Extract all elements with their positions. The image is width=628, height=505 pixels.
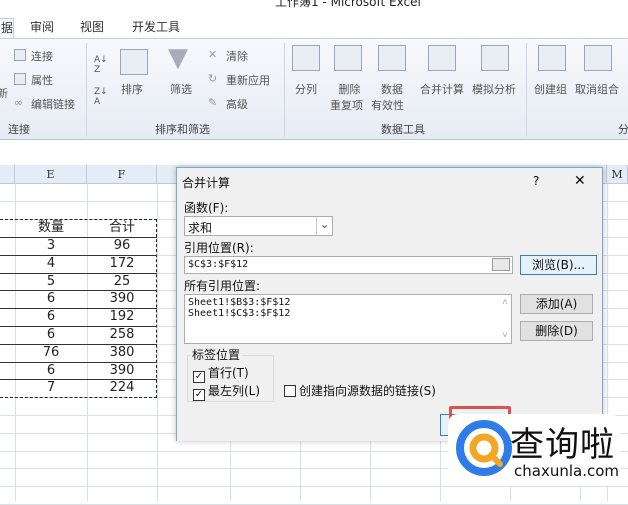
reference-label: 引用位置(R): xyxy=(184,241,254,255)
table-cell[interactable]: 6 xyxy=(15,362,87,380)
advanced-icon: ✎ xyxy=(208,96,218,109)
what-if-button[interactable]: 模拟分析 xyxy=(472,81,516,97)
filter-button[interactable]: 筛选 xyxy=(170,81,192,97)
title-bar: 工作簿1 - Microsoft Excel xyxy=(0,0,628,16)
group-sort-filter: 排序和筛选 xyxy=(155,123,210,136)
table-cell[interactable]: 7 xyxy=(15,379,87,397)
checkbox-icon[interactable]: ✓ xyxy=(193,389,205,401)
top-row-checkbox[interactable]: ✓ 首行(T) xyxy=(193,364,249,383)
consolidate-button[interactable]: 合并计算 xyxy=(420,81,464,97)
checkbox-icon[interactable] xyxy=(284,385,296,397)
ungroup-button[interactable]: 取消组合 xyxy=(575,81,619,97)
consolidate-dialog: 合并计算 ? ✕ 函数(F): 求和 ⌄ 引用位置(R): $C$3:$F$12 … xyxy=(176,167,603,442)
connections-button[interactable]: 连接 xyxy=(31,48,53,64)
all-references-list[interactable]: Sheet1!$B$3:$F$12 Sheet1!$C$3:$F$12 ˄ ˅ xyxy=(184,294,512,344)
reapply-icon: ↻ xyxy=(208,72,218,85)
dialog-title: 合并计算 xyxy=(182,176,231,190)
close-button[interactable]: ✕ xyxy=(574,173,586,189)
left-column-checkbox[interactable]: ✓ 最左列(L) xyxy=(193,382,260,401)
tab-review[interactable]: 审阅 xyxy=(30,18,54,35)
table-cell[interactable]: 224 xyxy=(87,379,157,397)
list-item[interactable]: Sheet1!$B$3:$F$12 xyxy=(188,297,508,308)
link-icon: ∞ xyxy=(14,96,24,109)
create-links-checkbox[interactable]: 创建指向源数据的链接(S) xyxy=(284,382,436,399)
refresh-label[interactable]: 新 xyxy=(0,85,8,101)
ribbon-tabs: 据 审阅 视图 开发工具 xyxy=(0,16,628,40)
text-to-columns-icon xyxy=(292,45,320,71)
ribbon: 新 连接 属性 ∞ 编辑链接 连接 A↓ Z Z↓ A 排序 ▼ 筛选 ✕ 清除 ↻… xyxy=(0,38,628,140)
sort-desc-icon[interactable]: Z↓ A xyxy=(94,87,108,107)
group-icon xyxy=(538,45,566,71)
connections-icon xyxy=(14,49,26,61)
text-to-columns-button[interactable]: 分列 xyxy=(295,81,317,97)
clear-icon: ✕ xyxy=(208,48,218,61)
table-cell[interactable]: 390 xyxy=(87,362,157,380)
tab-view[interactable]: 视图 xyxy=(80,18,104,35)
data-validation-icon xyxy=(378,45,406,71)
collapse-dialog-icon[interactable] xyxy=(492,258,510,271)
watermark: 查询啦 chaxunla.com xyxy=(448,414,620,486)
scroll-down-icon[interactable]: ˅ xyxy=(502,330,508,341)
watermark-logo-icon xyxy=(456,420,512,476)
group-data-tools: 数据工具 xyxy=(381,123,425,136)
properties-button[interactable]: 属性 xyxy=(31,72,53,88)
function-select[interactable]: 求和 ⌄ xyxy=(184,216,333,236)
table-cell[interactable]: 390 xyxy=(87,290,157,308)
group-outline: 分 xyxy=(618,123,628,136)
advanced-button[interactable]: 高级 xyxy=(226,96,248,112)
table-cell[interactable]: 4 xyxy=(15,255,87,273)
function-label: 函数(F): xyxy=(184,201,229,215)
table-cell[interactable]: 76 xyxy=(15,344,87,362)
sort-icon xyxy=(120,49,148,75)
chevron-down-icon[interactable]: ⌄ xyxy=(316,217,332,235)
data-validation-button[interactable]: 数据 有效性 xyxy=(371,81,404,113)
table-cell[interactable]: 96 xyxy=(87,237,157,255)
label-position-title: 标签位置 xyxy=(190,346,243,363)
window-title: 工作簿1 - Microsoft Excel xyxy=(275,0,421,9)
column-header-m[interactable]: M xyxy=(607,165,628,184)
table-cell[interactable]: 380 xyxy=(87,344,157,362)
sort-button[interactable]: 排序 xyxy=(121,81,143,97)
ungroup-icon xyxy=(584,45,612,71)
table-cell[interactable]: 172 xyxy=(87,255,157,273)
properties-icon xyxy=(14,73,26,85)
remove-duplicates-button[interactable]: 删除 重复项 xyxy=(330,81,363,113)
edit-links-button[interactable]: 编辑链接 xyxy=(31,96,75,112)
filter-icon: ▼ xyxy=(168,43,188,73)
group-connections: 连接 xyxy=(8,123,30,136)
column-header-f[interactable]: F xyxy=(87,165,157,184)
what-if-icon xyxy=(481,45,509,71)
header-cell-total[interactable]: 合计 xyxy=(87,219,157,237)
tab-data[interactable]: 据 xyxy=(0,18,14,40)
remove-duplicates-icon xyxy=(334,45,362,71)
table-cell[interactable]: 192 xyxy=(87,308,157,326)
column-header-e[interactable]: E xyxy=(15,165,87,184)
clear-button[interactable]: 清除 xyxy=(226,48,248,64)
list-item[interactable]: Sheet1!$C$3:$F$12 xyxy=(188,308,508,319)
table-cell[interactable]: 6 xyxy=(15,326,87,344)
delete-button[interactable]: 删除(D) xyxy=(520,321,593,341)
table-cell[interactable]: 3 xyxy=(15,237,87,255)
scroll-up-icon[interactable]: ˄ xyxy=(502,297,508,308)
table-cell[interactable]: 6 xyxy=(15,290,87,308)
table-cell[interactable]: 25 xyxy=(87,273,157,291)
all-references-label: 所有引用位置: xyxy=(184,279,261,293)
browse-button[interactable]: 浏览(B)... xyxy=(520,255,597,275)
table-cell[interactable]: 258 xyxy=(87,326,157,344)
help-button[interactable]: ? xyxy=(533,174,539,188)
table-cell[interactable]: 6 xyxy=(15,308,87,326)
table-cell[interactable]: 5 xyxy=(15,273,87,291)
sort-asc-icon[interactable]: A↓ Z xyxy=(94,55,108,75)
group-button[interactable]: 创建组 xyxy=(534,81,567,97)
tab-developer[interactable]: 开发工具 xyxy=(132,18,180,35)
add-button[interactable]: 添加(A) xyxy=(520,294,593,314)
reapply-button[interactable]: 重新应用 xyxy=(226,72,270,88)
header-cell-quantity[interactable]: 数量 xyxy=(15,219,87,237)
consolidate-icon xyxy=(428,45,456,71)
reference-input[interactable]: $C$3:$F$12 xyxy=(184,256,513,274)
